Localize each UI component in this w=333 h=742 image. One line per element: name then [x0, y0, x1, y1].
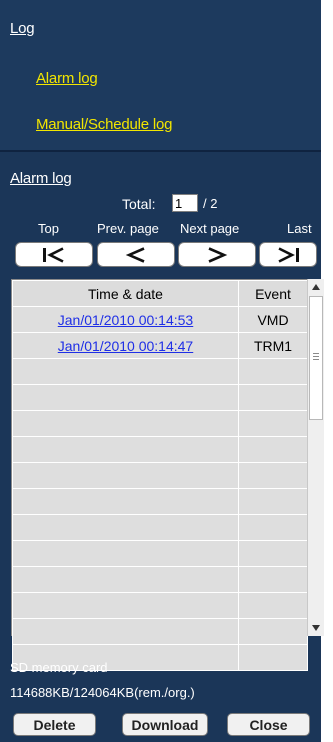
- next-page-label: Next page: [180, 221, 240, 236]
- alarm-log-title: Alarm log: [10, 170, 72, 187]
- empty-cell: [238, 384, 308, 411]
- datetime-link[interactable]: Jan/01/2010 00:14:53: [58, 312, 193, 328]
- sd-card-label: SD memory card: [10, 660, 108, 675]
- empty-row: [12, 618, 308, 645]
- last-page-icon: [278, 246, 299, 263]
- empty-row: [12, 592, 308, 619]
- empty-cell: [238, 358, 308, 385]
- chevron-down-icon: [312, 625, 320, 631]
- table-header-row: Time & date Event: [12, 280, 308, 307]
- total-label: Total:: [122, 196, 156, 212]
- empty-cell: [12, 384, 239, 411]
- next-page-icon: [208, 246, 228, 263]
- empty-row: [12, 488, 308, 515]
- alarm-log-link[interactable]: Alarm log: [36, 70, 98, 87]
- empty-cell: [238, 592, 308, 619]
- manual-schedule-log-link[interactable]: Manual/Schedule log: [36, 116, 173, 133]
- top-label: Top: [38, 221, 59, 236]
- empty-cell: [238, 436, 308, 463]
- empty-cell: [238, 644, 308, 671]
- scrollbar-thumb[interactable]: [309, 296, 323, 420]
- empty-cell: [12, 618, 239, 645]
- total-pages-row: Total: / 2: [0, 194, 321, 216]
- grip-icon: [313, 353, 319, 361]
- last-label: Last: [287, 221, 312, 236]
- log-window: Log Alarm log Manual/Schedule log Alarm …: [0, 0, 324, 742]
- last-page-button[interactable]: [259, 242, 317, 267]
- event-cell: VMD: [238, 306, 308, 333]
- prev-page-label: Prev. page: [97, 221, 159, 236]
- pager-labels: Top Prev. page Next page Last: [0, 221, 321, 237]
- column-header-time-date: Time & date: [12, 280, 239, 307]
- datetime-cell: Jan/01/2010 00:14:53: [12, 306, 239, 333]
- empty-cell: [238, 566, 308, 593]
- empty-cell: [12, 540, 239, 567]
- log-table: Time & date Event Jan/01/2010 00:14:53 V…: [12, 280, 308, 671]
- scroll-up-button[interactable]: [308, 279, 324, 295]
- prev-page-icon: [125, 246, 145, 263]
- next-page-button[interactable]: [178, 242, 256, 267]
- first-page-button[interactable]: [15, 242, 93, 267]
- empty-row: [12, 358, 308, 385]
- event-cell: TRM1: [238, 332, 308, 359]
- empty-cell: [12, 358, 239, 385]
- empty-row: [12, 462, 308, 489]
- empty-row: [12, 384, 308, 411]
- scroll-down-button[interactable]: [308, 620, 324, 636]
- page-total: / 2: [203, 196, 218, 211]
- log-menu: Log Alarm log Manual/Schedule log: [0, 0, 321, 152]
- empty-row: [12, 410, 308, 437]
- table-row: Jan/01/2010 00:14:53 VMD: [12, 306, 308, 333]
- empty-cell: [12, 566, 239, 593]
- log-heading: Log: [10, 20, 35, 37]
- first-page-icon: [43, 246, 64, 263]
- empty-row: [12, 436, 308, 463]
- empty-cell: [12, 592, 239, 619]
- sd-card-size: 114688KB/124064KB(rem./org.): [10, 685, 195, 700]
- empty-cell: [238, 462, 308, 489]
- log-table-container: Time & date Event Jan/01/2010 00:14:53 V…: [11, 279, 311, 671]
- empty-cell: [238, 488, 308, 515]
- delete-button[interactable]: Delete: [13, 713, 96, 736]
- empty-row: [12, 514, 308, 541]
- datetime-cell: Jan/01/2010 00:14:47: [12, 332, 239, 359]
- page-number-input[interactable]: [172, 194, 198, 212]
- empty-cell: [238, 540, 308, 567]
- empty-row: [12, 566, 308, 593]
- empty-cell: [238, 618, 308, 645]
- empty-cell: [238, 410, 308, 437]
- table-row: Jan/01/2010 00:14:47 TRM1: [12, 332, 308, 359]
- download-button[interactable]: Download: [122, 713, 208, 736]
- column-header-event: Event: [238, 280, 308, 307]
- datetime-link[interactable]: Jan/01/2010 00:14:47: [58, 338, 193, 354]
- empty-row: [12, 540, 308, 567]
- close-button[interactable]: Close: [227, 713, 310, 736]
- chevron-up-icon: [312, 284, 320, 290]
- table-scrollbar[interactable]: [307, 279, 324, 636]
- empty-cell: [12, 488, 239, 515]
- empty-cell: [12, 436, 239, 463]
- empty-cell: [12, 410, 239, 437]
- empty-cell: [12, 514, 239, 541]
- empty-cell: [238, 514, 308, 541]
- prev-page-button[interactable]: [97, 242, 175, 267]
- empty-cell: [12, 462, 239, 489]
